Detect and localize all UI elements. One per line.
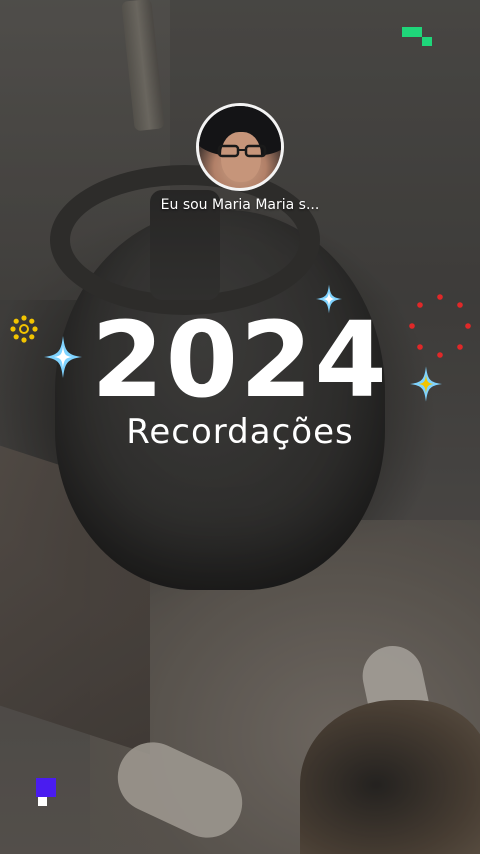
recap-subtitle: Recordações <box>126 412 354 452</box>
username-label[interactable]: Eu sou Maria Maria s... <box>0 197 480 213</box>
green-pixel-icon <box>402 27 432 46</box>
avatar[interactable] <box>196 103 284 191</box>
story-viewer[interactable]: Eu sou Maria Maria s... 2024 Recordações <box>0 0 480 854</box>
glasses-icon <box>217 144 267 158</box>
purple-pixel-icon <box>36 778 56 806</box>
recap-year: 2024 <box>91 299 389 421</box>
